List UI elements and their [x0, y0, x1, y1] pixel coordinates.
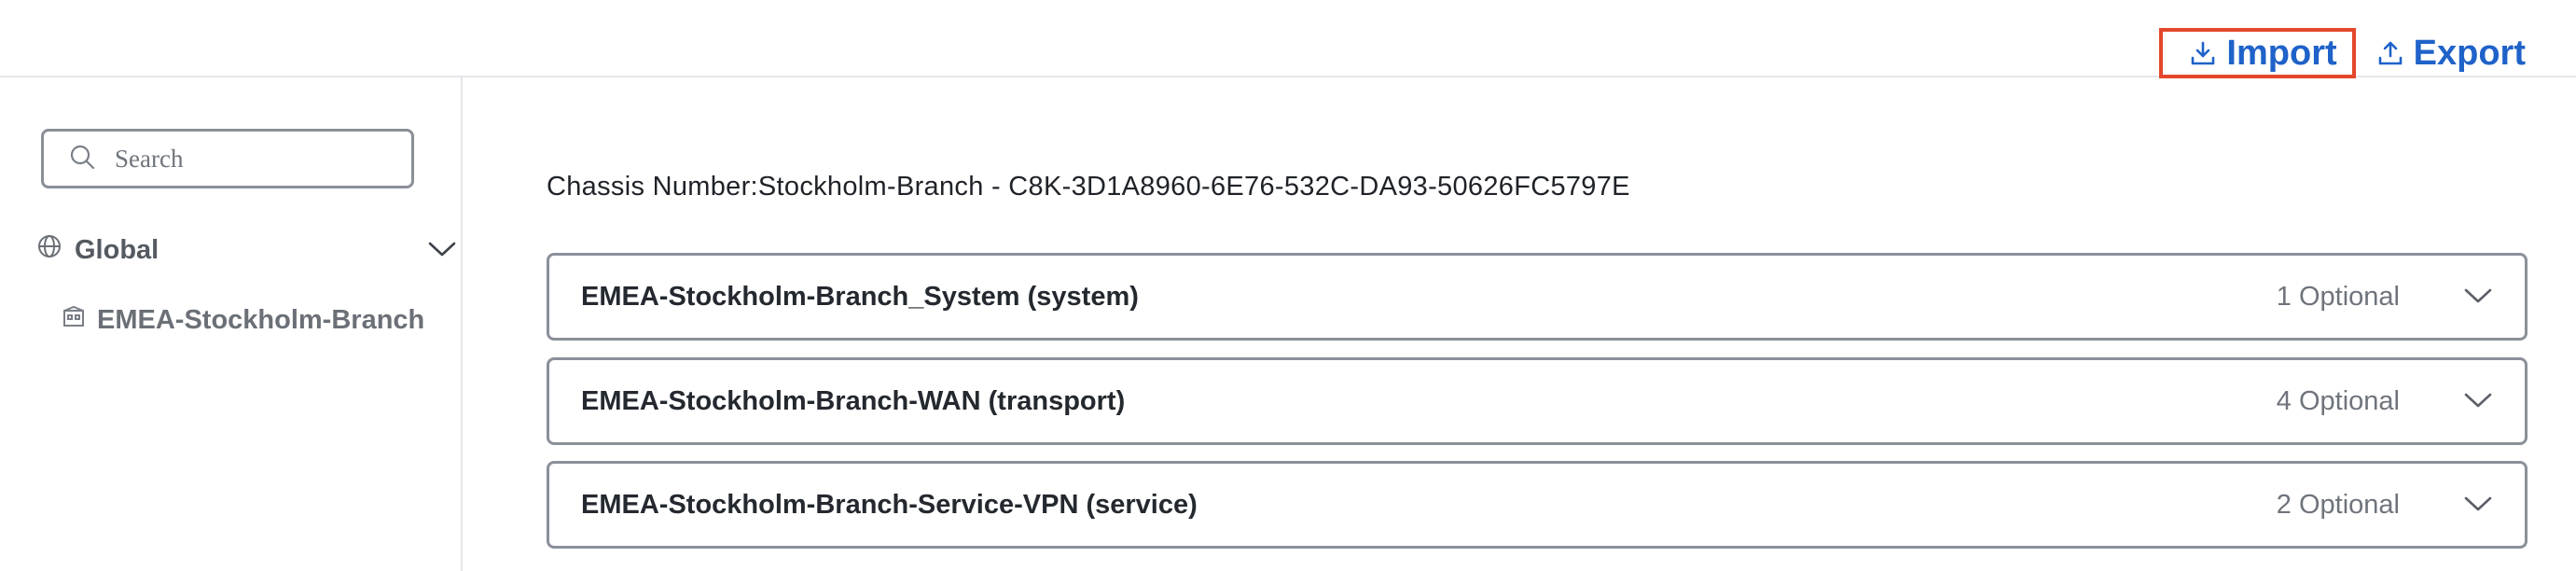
search-icon [68, 143, 96, 175]
optional-count: 4 Optional [2276, 385, 2400, 416]
optional-count: 2 Optional [2276, 489, 2400, 520]
top-bar: Import Export [0, 0, 2576, 78]
export-button[interactable]: Export [2360, 32, 2542, 75]
chevron-down-icon[interactable] [427, 235, 457, 266]
chevron-down-icon[interactable] [2463, 286, 2493, 310]
download-icon [2189, 39, 2217, 67]
import-label: Import [2226, 33, 2337, 73]
tree-item-emea-stockholm-branch[interactable]: EMEA-Stockholm-Branch [62, 299, 424, 341]
panel-title: EMEA-Stockholm-Branch_System (system) [581, 281, 1139, 312]
accordion-panel-service[interactable]: EMEA-Stockholm-Branch-Service-VPN (servi… [547, 461, 2528, 549]
chevron-down-icon[interactable] [2463, 494, 2493, 518]
panel-title: EMEA-Stockholm-Branch-Service-VPN (servi… [581, 489, 1198, 520]
import-button[interactable]: Import [2159, 28, 2356, 78]
tree-item-global[interactable]: Global [37, 230, 457, 271]
export-label: Export [2413, 33, 2526, 73]
tree-item-global-label: Global [75, 234, 159, 265]
chevron-down-icon[interactable] [2463, 391, 2493, 414]
sidebar: Global EMEA-Stockholm-Branch [0, 77, 463, 571]
chassis-number: Chassis Number:Stockholm-Branch - C8K-3D… [547, 172, 1630, 202]
search-input[interactable] [113, 143, 396, 174]
optional-count: 1 Optional [2276, 281, 2400, 312]
tree-item-site-label: EMEA-Stockholm-Branch [97, 304, 425, 335]
panel-title: EMEA-Stockholm-Branch-WAN (transport) [581, 385, 1126, 416]
top-actions: Import Export [2159, 28, 2542, 78]
globe-icon [37, 234, 62, 266]
building-icon [62, 304, 86, 336]
search-box[interactable] [41, 129, 414, 188]
accordion-panel-system[interactable]: EMEA-Stockholm-Branch_System (system) 1 … [547, 253, 2528, 341]
accordion-panel-transport[interactable]: EMEA-Stockholm-Branch-WAN (transport) 4 … [547, 357, 2528, 445]
upload-icon [2376, 39, 2404, 67]
